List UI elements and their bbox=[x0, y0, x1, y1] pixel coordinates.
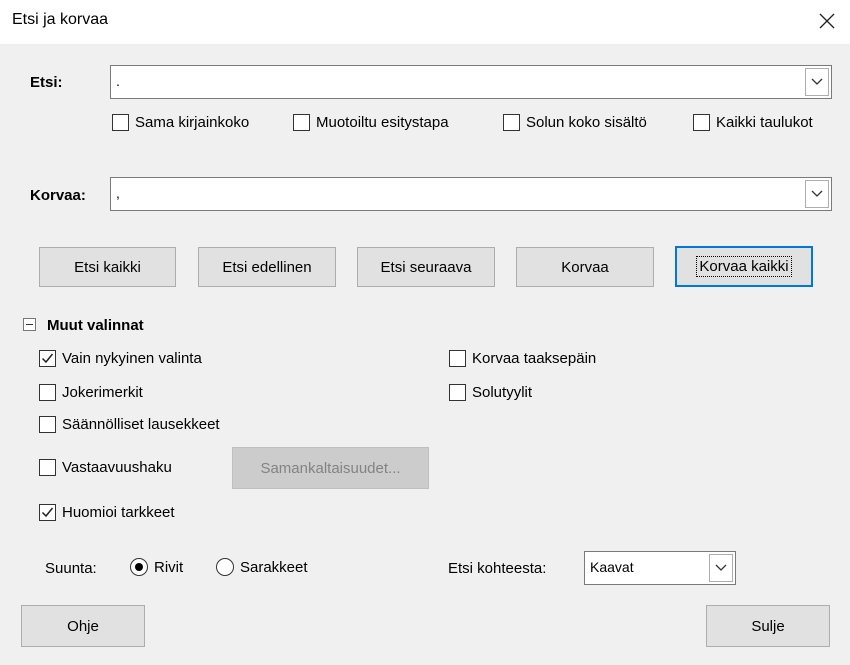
replace-label-text: Korvaa bbox=[561, 258, 609, 276]
direction-label: Suunta: bbox=[45, 560, 97, 577]
regex-label: Säännölliset lausekkeet bbox=[62, 416, 220, 433]
checkmark-icon bbox=[41, 353, 54, 364]
formatted-display-checkbox[interactable]: Muotoiltu esitystapa bbox=[293, 114, 449, 131]
checkbox-box[interactable] bbox=[39, 459, 56, 476]
help-label: Ohje bbox=[67, 617, 99, 635]
replace-all-label: Korvaa kaikki bbox=[696, 256, 792, 277]
all-sheets-label: Kaikki taulukot bbox=[716, 114, 813, 131]
collapse-icon[interactable] bbox=[23, 318, 36, 331]
checkbox-box[interactable] bbox=[39, 416, 56, 433]
help-button[interactable]: Ohje bbox=[21, 605, 145, 647]
columns-radio[interactable]: Sarakkeet bbox=[216, 558, 308, 576]
wildcards-label: Jokerimerkit bbox=[62, 384, 143, 401]
checkbox-box[interactable] bbox=[693, 114, 710, 131]
radio-button[interactable] bbox=[130, 558, 148, 576]
search-input[interactable]: . bbox=[116, 73, 120, 89]
replace-input[interactable]: , bbox=[116, 185, 120, 201]
rows-label: Rivit bbox=[154, 558, 184, 576]
match-case-label: Sama kirjainkoko bbox=[135, 114, 250, 131]
checkbox-box[interactable] bbox=[503, 114, 520, 131]
find-all-button[interactable]: Etsi kaikki bbox=[39, 247, 176, 287]
rows-radio[interactable]: Rivit bbox=[130, 558, 183, 576]
similarity-search-checkbox[interactable]: Vastaavuushaku bbox=[39, 459, 172, 476]
cell-styles-label: Solutyylit bbox=[472, 384, 533, 401]
current-selection-checkbox[interactable]: Vain nykyinen valinta bbox=[39, 350, 202, 367]
find-previous-label: Etsi edellinen bbox=[222, 258, 312, 276]
all-sheets-checkbox[interactable]: Kaikki taulukot bbox=[693, 114, 813, 131]
search-combobox[interactable]: . bbox=[110, 65, 832, 99]
find-all-label: Etsi kaikki bbox=[74, 258, 141, 276]
replace-button[interactable]: Korvaa bbox=[516, 247, 654, 287]
entire-cell-checkbox[interactable]: Solun koko sisältö bbox=[503, 114, 647, 131]
close-label: Sulje bbox=[751, 617, 785, 635]
replace-combobox[interactable]: , bbox=[110, 177, 832, 211]
title-bar: Etsi ja korvaa bbox=[0, 0, 850, 44]
regex-checkbox[interactable]: Säännölliset lausekkeet bbox=[39, 416, 220, 433]
formatted-display-label: Muotoiltu esitystapa bbox=[316, 114, 449, 131]
find-next-button[interactable]: Etsi seuraava bbox=[357, 247, 495, 287]
checkmark-icon bbox=[41, 507, 54, 518]
wildcards-checkbox[interactable]: Jokerimerkit bbox=[39, 384, 143, 401]
cell-styles-checkbox[interactable]: Solutyylit bbox=[449, 384, 532, 401]
replace-backwards-label: Korvaa taaksepäin bbox=[472, 350, 597, 367]
similarities-label: Samankaltaisuudet... bbox=[260, 459, 401, 477]
chevron-down-icon bbox=[811, 78, 823, 85]
entire-cell-label: Solun koko sisältö bbox=[526, 114, 647, 131]
search-in-label: Etsi kohteesta: bbox=[448, 560, 547, 577]
close-button[interactable]: Sulje bbox=[706, 605, 830, 647]
search-dropdown-button[interactable] bbox=[805, 68, 829, 96]
checkbox-box[interactable] bbox=[449, 384, 466, 401]
chevron-down-icon bbox=[811, 190, 823, 197]
similarities-button[interactable]: Samankaltaisuudet... bbox=[232, 447, 429, 489]
close-icon[interactable] bbox=[814, 8, 840, 34]
chevron-down-icon bbox=[715, 564, 727, 571]
search-label: Etsi: bbox=[30, 74, 63, 91]
replace-label: Korvaa: bbox=[30, 187, 86, 204]
checkbox-box[interactable] bbox=[112, 114, 129, 131]
match-case-checkbox[interactable]: Sama kirjainkoko bbox=[112, 114, 249, 131]
checkbox-box[interactable] bbox=[449, 350, 466, 367]
radio-button[interactable] bbox=[216, 558, 234, 576]
search-in-select[interactable]: Kaavat bbox=[584, 551, 736, 585]
columns-label: Sarakkeet bbox=[240, 558, 308, 576]
checkbox-box[interactable] bbox=[39, 384, 56, 401]
find-next-label: Etsi seuraava bbox=[380, 258, 472, 276]
find-previous-button[interactable]: Etsi edellinen bbox=[198, 247, 336, 287]
search-in-dropdown-button[interactable] bbox=[709, 554, 733, 582]
replace-backwards-checkbox[interactable]: Korvaa taaksepäin bbox=[449, 350, 596, 367]
other-options-header[interactable]: Muut valinnat bbox=[47, 317, 144, 334]
diacritics-checkbox[interactable]: Huomioi tarkkeet bbox=[39, 504, 175, 521]
current-selection-label: Vain nykyinen valinta bbox=[62, 350, 202, 367]
diacritics-label: Huomioi tarkkeet bbox=[62, 504, 175, 521]
checkbox-box[interactable] bbox=[39, 350, 56, 367]
similarity-search-label: Vastaavuushaku bbox=[62, 459, 172, 476]
replace-dropdown-button[interactable] bbox=[805, 180, 829, 208]
window-title: Etsi ja korvaa bbox=[12, 11, 109, 28]
checkbox-box[interactable] bbox=[39, 504, 56, 521]
search-in-value: Kaavat bbox=[590, 559, 634, 575]
replace-all-button[interactable]: Korvaa kaikki bbox=[675, 246, 813, 287]
checkbox-box[interactable] bbox=[293, 114, 310, 131]
